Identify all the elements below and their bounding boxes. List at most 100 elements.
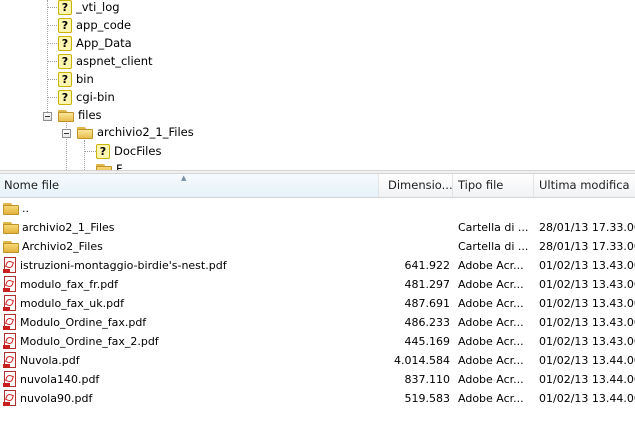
file-type: Adobe Acr...	[458, 259, 524, 272]
file-name: modulo_fax_fr.pdf	[20, 278, 119, 291]
file-row[interactable]: nuvola90.pdf 519.583 Adobe Acr... 01/02/13 …	[0, 389, 635, 408]
question-icon: ?	[58, 35, 72, 51]
pdf-icon	[3, 295, 17, 312]
folder-icon	[96, 163, 112, 170]
tree-item-label: App_Data	[76, 36, 132, 50]
file-name: Archivio2_Files	[22, 240, 103, 253]
tree-guide-line	[47, 25, 57, 26]
file-type: Cartella di ...	[458, 221, 529, 234]
file-name: archivio2_1_Files	[22, 221, 115, 234]
tree-guide-line	[84, 140, 85, 170]
column-header-type[interactable]: Tipo file	[453, 174, 534, 197]
file-type: Adobe Acr...	[458, 373, 524, 386]
folder-open-icon	[77, 126, 93, 139]
remote-directory-tree[interactable]: ? _vti_log ? app_code ? App_Data ? aspne…	[0, 0, 635, 170]
tree-item-docfiles[interactable]: ? DocFiles	[96, 142, 161, 160]
tree-item-bin[interactable]: ? bin	[58, 70, 94, 88]
file-size: 486.233	[404, 316, 451, 329]
file-row[interactable]: istruzioni-montaggio-birdie's-nest.pdf 64…	[0, 256, 635, 275]
file-row[interactable]: Nuvola.pdf 4.014.584 Adobe Acr... 01/02/13 …	[0, 351, 635, 370]
file-modified: 01/02/13 13.43.00	[539, 297, 635, 310]
file-size: 641.922	[404, 259, 451, 272]
file-row[interactable]: modulo_fax_uk.pdf 487.691 Adobe Acr... 01/0…	[0, 294, 635, 313]
tree-item-app-code[interactable]: ? app_code	[58, 16, 131, 34]
file-modified: 01/02/13 13.44.00	[539, 354, 635, 367]
file-modified: 01/02/13 13.43.00	[539, 316, 635, 329]
file-size	[379, 218, 453, 237]
file-modified: 01/02/13 13.44.00	[539, 373, 635, 386]
collapse-toggle-files[interactable]	[43, 112, 52, 121]
tree-item-partial[interactable]: F...	[96, 160, 132, 170]
file-name: modulo_fax_uk.pdf	[20, 297, 124, 310]
file-modified: 01/02/13 13.44.00	[539, 392, 635, 405]
tree-guide-line	[47, 0, 48, 112]
pdf-icon	[3, 352, 17, 369]
file-row[interactable]: nuvola140.pdf 837.110 Adobe Acr... 01/02/13…	[0, 370, 635, 389]
file-type: Cartella di ...	[458, 240, 529, 253]
tree-guide-line	[47, 43, 57, 44]
pdf-icon	[3, 333, 17, 350]
pdf-icon	[3, 276, 17, 293]
question-icon: ?	[58, 71, 72, 87]
file-name-cell: modulo_fax_fr.pdf	[0, 275, 379, 294]
pdf-icon	[3, 314, 17, 331]
tree-item-label: _vti_log	[76, 0, 120, 14]
tree-item-archivio2-1-files[interactable]: archivio2_1_Files	[77, 123, 194, 141]
file-row[interactable]: Archivio2_Files Cartella di ... 28/01/13 1…	[0, 237, 635, 256]
question-icon: ?	[96, 143, 110, 159]
question-icon: ?	[58, 89, 72, 105]
file-row[interactable]: archivio2_1_Files Cartella di ... 28/01/13…	[0, 218, 635, 237]
file-name-cell: Modulo_Ordine_fax_2.pdf	[0, 332, 379, 351]
column-header-label: Dimensio...	[388, 178, 453, 192]
file-name: ..	[22, 202, 29, 215]
collapse-toggle-archivio2-1-files[interactable]	[62, 129, 71, 138]
tree-item-label: F...	[116, 162, 132, 170]
column-header-name[interactable]: Nome file ▲	[0, 174, 379, 197]
column-header-label: Nome file	[4, 178, 60, 192]
file-modified	[534, 199, 635, 218]
tree-item-label: archivio2_1_Files	[97, 125, 194, 139]
tree-guide-line	[47, 97, 57, 98]
file-name-cell: Nuvola.pdf	[0, 351, 379, 370]
list-header: Nome file ▲ Dimensio... Tipo file Ultima…	[0, 174, 635, 198]
file-name: nuvola90.pdf	[20, 392, 93, 405]
file-type: Adobe Acr...	[458, 354, 524, 367]
tree-item-label: app_code	[76, 18, 132, 32]
tree-item-app-data[interactable]: ? App_Data	[58, 34, 132, 52]
file-size	[379, 199, 453, 218]
file-size: 4.014.584	[394, 354, 450, 367]
column-header-size[interactable]: Dimensio...	[379, 174, 453, 197]
column-header-modified[interactable]: Ultima modifica	[534, 174, 635, 197]
pdf-icon	[3, 257, 17, 274]
file-row[interactable]: ..	[0, 199, 635, 218]
file-type: Adobe Acr...	[458, 297, 524, 310]
file-type: Adobe Acr...	[458, 335, 524, 348]
file-row[interactable]: Modulo_Ordine_fax.pdf 486.233 Adobe Acr...…	[0, 313, 635, 332]
tree-item-label: cgi-bin	[76, 90, 115, 104]
tree-guide-line	[47, 7, 57, 8]
file-type: Adobe Acr...	[458, 316, 524, 329]
tree-item-label: bin	[76, 72, 94, 86]
file-size: 837.110	[404, 373, 451, 386]
tree-item-cgi-bin[interactable]: ? cgi-bin	[58, 88, 115, 106]
file-name: Modulo_Ordine_fax.pdf	[20, 316, 147, 329]
file-name-cell: Archivio2_Files	[0, 237, 379, 256]
folder-open-icon	[58, 109, 74, 122]
column-header-label: Tipo file	[458, 178, 504, 192]
tree-item-files[interactable]: files	[58, 106, 102, 124]
file-size: 445.169	[404, 335, 451, 348]
folder-icon	[3, 202, 19, 215]
file-row[interactable]: Modulo_Ordine_fax_2.pdf 445.169 Adobe Acr.…	[0, 332, 635, 351]
file-name-cell: nuvola140.pdf	[0, 370, 379, 389]
tree-guide-line	[66, 120, 67, 170]
tree-item-aspnet-client[interactable]: ? aspnet_client	[58, 52, 153, 70]
file-modified: 01/02/13 13.43.00	[539, 278, 635, 291]
file-name-cell: istruzioni-montaggio-birdie's-nest.pdf	[0, 256, 379, 275]
question-icon: ?	[58, 0, 72, 15]
question-icon: ?	[58, 17, 72, 33]
remote-file-list[interactable]: Nome file ▲ Dimensio... Tipo file Ultima…	[0, 174, 635, 447]
tree-item-vti-log[interactable]: ? _vti_log	[58, 0, 120, 16]
file-name-cell: archivio2_1_Files	[0, 218, 379, 237]
tree-item-label: DocFiles	[114, 144, 162, 158]
file-row[interactable]: modulo_fax_fr.pdf 481.297 Adobe Acr... 01/0…	[0, 275, 635, 294]
